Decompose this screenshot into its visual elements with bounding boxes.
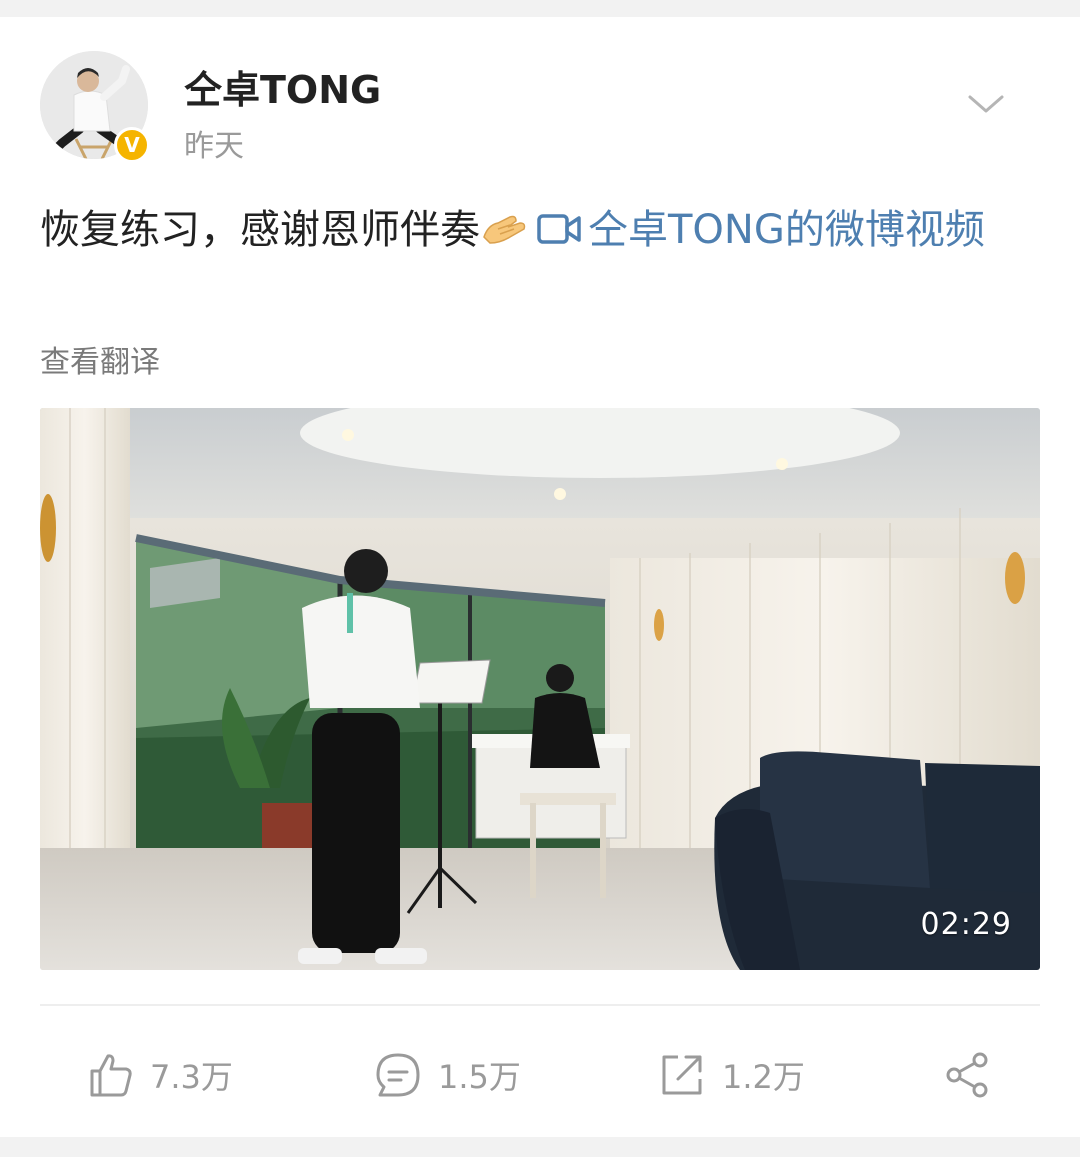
- pinched-hands-emoji: [483, 215, 526, 244]
- repost-count: 1.2万: [722, 1058, 805, 1096]
- divider: [40, 1004, 1040, 1006]
- comment-button[interactable]: 1.5万: [374, 1045, 521, 1105]
- video-duration: 02:29: [920, 907, 1012, 942]
- video-thumbnail: [40, 408, 1040, 970]
- like-button[interactable]: 7.3万: [86, 1045, 233, 1105]
- comment-count: 1.5万: [438, 1058, 521, 1096]
- video-camera-icon: [537, 214, 581, 244]
- author-name[interactable]: 仝卓TONG: [184, 59, 381, 114]
- share-button[interactable]: [944, 1045, 1008, 1105]
- video-player[interactable]: 02:29: [40, 408, 1040, 970]
- repost-button[interactable]: 1.2万: [658, 1045, 805, 1105]
- repost-icon: [662, 1055, 702, 1095]
- verified-badge-icon: V: [114, 127, 150, 163]
- like-count: 7.3万: [150, 1058, 233, 1096]
- comment-icon: [376, 1053, 420, 1097]
- post-text: 恢复练习，感谢恩师伴奏: [40, 207, 480, 253]
- share-icon: [946, 1052, 988, 1098]
- chevron-down-icon[interactable]: [966, 89, 1006, 119]
- feed-gap: [0, 1137, 1080, 1157]
- translate-link[interactable]: 查看翻译: [40, 337, 160, 381]
- video-link[interactable]: 仝卓TONG的微博视频: [528, 207, 985, 253]
- weibo-post-card: V 仝卓TONG 昨天 恢复练习，感谢恩师伴奏 仝卓TONG的微博视频 查看翻译: [0, 17, 1080, 1137]
- thumbs-up-icon: [90, 1054, 132, 1097]
- post-timestamp: 昨天: [184, 129, 244, 164]
- video-link-label: 仝卓TONG的微博视频: [588, 207, 985, 253]
- post-body: 恢复练习，感谢恩师伴奏 仝卓TONG的微博视频: [40, 192, 1040, 268]
